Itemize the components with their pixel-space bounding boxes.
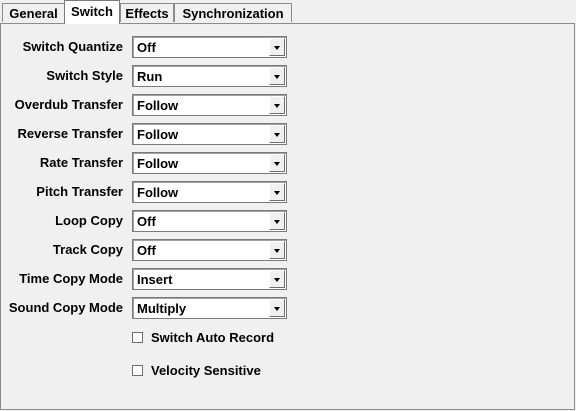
chevron-down-icon: [274, 162, 280, 166]
chevron-down-icon: [274, 249, 280, 253]
overdub-transfer-row: Overdub Transfer Follow: [0, 94, 576, 116]
pitch-transfer-select[interactable]: Follow: [132, 181, 287, 203]
switch-style-value: Run: [137, 69, 163, 84]
rate-transfer-dropdown-button[interactable]: [269, 154, 285, 172]
switch-quantize-dropdown-button[interactable]: [269, 38, 285, 56]
switch-auto-record-label: Switch Auto Record: [151, 330, 275, 345]
loop-copy-select[interactable]: Off: [132, 210, 287, 232]
chevron-down-icon: [274, 104, 280, 108]
overdub-transfer-label: Overdub Transfer: [14, 97, 123, 112]
time-copy-mode-value: Insert: [137, 272, 173, 287]
chevron-down-icon: [274, 278, 280, 282]
loop-copy-dropdown-button[interactable]: [269, 212, 285, 230]
overdub-transfer-dropdown-button[interactable]: [269, 96, 285, 114]
tab-effects[interactable]: Effects: [120, 3, 174, 22]
velocity-sensitive-label: Velocity Sensitive: [151, 363, 261, 378]
sound-copy-mode-select[interactable]: Multiply: [132, 297, 287, 319]
rate-transfer-value: Follow: [137, 156, 179, 171]
track-copy-value: Off: [137, 243, 156, 258]
sound-copy-mode-label: Sound Copy Mode: [8, 300, 123, 315]
sound-copy-mode-value: Multiply: [137, 301, 187, 316]
time-copy-mode-select[interactable]: Insert: [132, 268, 287, 290]
switch-quantize-select[interactable]: Off: [132, 36, 287, 58]
pitch-transfer-value: Follow: [137, 185, 179, 200]
switch-style-dropdown-button[interactable]: [269, 67, 285, 85]
tab-switch[interactable]: Switch: [64, 0, 120, 24]
sound-copy-mode-dropdown-button[interactable]: [269, 299, 285, 317]
chevron-down-icon: [274, 191, 280, 195]
rate-transfer-select[interactable]: Follow: [132, 152, 287, 174]
loop-copy-label: Loop Copy: [55, 213, 123, 228]
time-copy-mode-dropdown-button[interactable]: [269, 270, 285, 288]
track-copy-row: Track Copy Off: [0, 239, 576, 261]
reverse-transfer-label: Reverse Transfer: [17, 126, 123, 141]
checkbox-box[interactable]: [132, 365, 143, 376]
tab-synchronization[interactable]: Synchronization: [174, 3, 292, 22]
loop-copy-value: Off: [137, 214, 156, 229]
reverse-transfer-select[interactable]: Follow: [132, 123, 287, 145]
switch-quantize-label: Switch Quantize: [22, 39, 123, 54]
switch-style-label: Switch Style: [46, 68, 123, 83]
switch-quantize-row: Switch Quantize Off: [0, 36, 576, 58]
overdub-transfer-select[interactable]: Follow: [132, 94, 287, 116]
track-copy-label: Track Copy: [52, 242, 123, 257]
time-copy-mode-label: Time Copy Mode: [19, 271, 123, 286]
chevron-down-icon: [274, 75, 280, 79]
rate-transfer-row: Rate Transfer Follow: [0, 152, 576, 174]
time-copy-mode-row: Time Copy Mode Insert: [0, 268, 576, 290]
reverse-transfer-dropdown-button[interactable]: [269, 125, 285, 143]
tab-strip: General Switch Effects Synchronization: [0, 0, 576, 24]
chevron-down-icon: [274, 220, 280, 224]
chevron-down-icon: [274, 46, 280, 50]
switch-quantize-value: Off: [137, 40, 156, 55]
chevron-down-icon: [274, 307, 280, 311]
track-copy-select[interactable]: Off: [132, 239, 287, 261]
reverse-transfer-value: Follow: [137, 127, 179, 142]
track-copy-dropdown-button[interactable]: [269, 241, 285, 259]
sound-copy-mode-row: Sound Copy Mode Multiply: [0, 297, 576, 319]
switch-style-select[interactable]: Run: [132, 65, 287, 87]
reverse-transfer-row: Reverse Transfer Follow: [0, 123, 576, 145]
loop-copy-row: Loop Copy Off: [0, 210, 576, 232]
checkbox-box[interactable]: [132, 332, 143, 343]
switch-style-row: Switch Style Run: [0, 65, 576, 87]
tab-general[interactable]: General: [2, 3, 65, 22]
pitch-transfer-row: Pitch Transfer Follow: [0, 181, 576, 203]
pitch-transfer-label: Pitch Transfer: [36, 184, 123, 199]
chevron-down-icon: [274, 133, 280, 137]
pitch-transfer-dropdown-button[interactable]: [269, 183, 285, 201]
overdub-transfer-value: Follow: [137, 98, 179, 113]
rate-transfer-label: Rate Transfer: [39, 155, 123, 170]
